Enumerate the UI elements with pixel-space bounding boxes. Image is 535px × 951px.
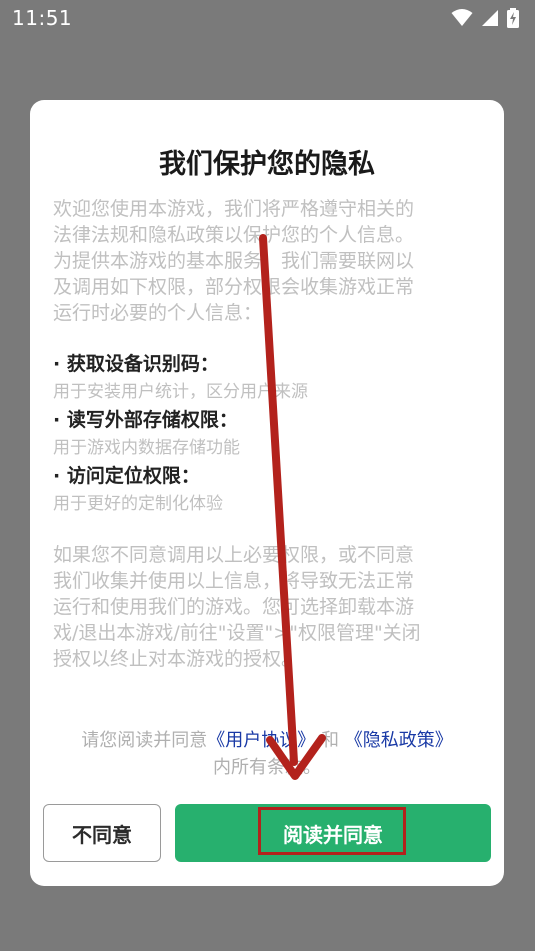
dialog-body: 欢迎您使用本游戏，我们将严格遵守相关的 法律法规和隐私政策以保护您的个人信息。 … [53,196,483,672]
intro-line: 为提供本游戏的基本服务，我们需要联网以 [53,250,415,272]
agree-note: 请您阅读并同意《用户协议》 和 《隐私政策》 内所有条款。 [30,727,504,781]
intro-line: 欢迎您使用本游戏，我们将严格遵守相关的 [53,198,415,220]
accept-button[interactable]: 阅读并同意 [175,804,491,862]
intro-paragraph: 欢迎您使用本游戏，我们将严格遵守相关的 法律法规和隐私政策以保护您的个人信息。 … [53,196,483,326]
permission-desc: 用于安装用户统计，区分用户来源 [53,382,308,402]
agree-note-suffix: 内所有条款。 [213,757,321,778]
notice-line: 授权以终止对本游戏的授权。 [53,648,301,670]
status-icons [451,8,519,28]
permission-title: · 读写外部存储权限： [53,409,238,431]
dialog-title: 我们保护您的隐私 [159,149,375,180]
intro-line: 运行时必要的个人信息： [53,302,263,324]
cell-signal-icon [481,9,499,27]
permission-list: · 获取设备识别码： 用于安装用户统计，区分用户来源 · 读写外部存储权限： 用… [53,350,483,518]
status-bar: 11:51 [0,0,535,36]
notice-line: 如果您不同意调用以上必要权限，或不同意 [53,544,415,566]
agree-note-prefix: 请您阅读并同意 [81,730,208,751]
permission-desc: 用于更好的定制化体验 [53,494,223,514]
intro-line: 及调用如下权限，部分权限会收集游戏正常 [53,276,415,298]
notice-line: 运行和使用我们的游戏。您可选择卸载本游 [53,596,415,618]
permission-title: · 获取设备识别码： [53,353,219,375]
permission-desc: 用于游戏内数据存储功能 [53,438,240,458]
user-agreement-link[interactable]: 《用户协议》 [207,730,315,751]
battery-charging-icon [507,8,519,28]
permission-item: · 获取设备识别码： 用于安装用户统计，区分用户来源 [53,350,483,406]
permission-item: · 读写外部存储权限： 用于游戏内数据存储功能 [53,406,483,462]
intro-line: 法律法规和隐私政策以保护您的个人信息。 [53,224,415,246]
status-time: 11:51 [12,6,73,30]
permission-title: · 访问定位权限： [53,465,200,487]
notice-line: 戏/退出本游戏/前往"设置">"权限管理"关闭 [53,622,421,644]
permission-item: · 访问定位权限： 用于更好的定制化体验 [53,462,483,518]
notice-paragraph: 如果您不同意调用以上必要权限，或不同意 我们收集并使用以上信息，将导致无法正常 … [53,542,483,672]
notice-line: 我们收集并使用以上信息，将导致无法正常 [53,570,415,592]
privacy-policy-link[interactable]: 《隐私政策》 [345,730,453,751]
agree-note-and: 和 [321,730,339,751]
privacy-dialog: 我们保护您的隐私 欢迎您使用本游戏，我们将严格遵守相关的 法律法规和隐私政策以保… [30,100,504,886]
decline-button[interactable]: 不同意 [43,804,161,862]
wifi-icon [451,9,473,27]
